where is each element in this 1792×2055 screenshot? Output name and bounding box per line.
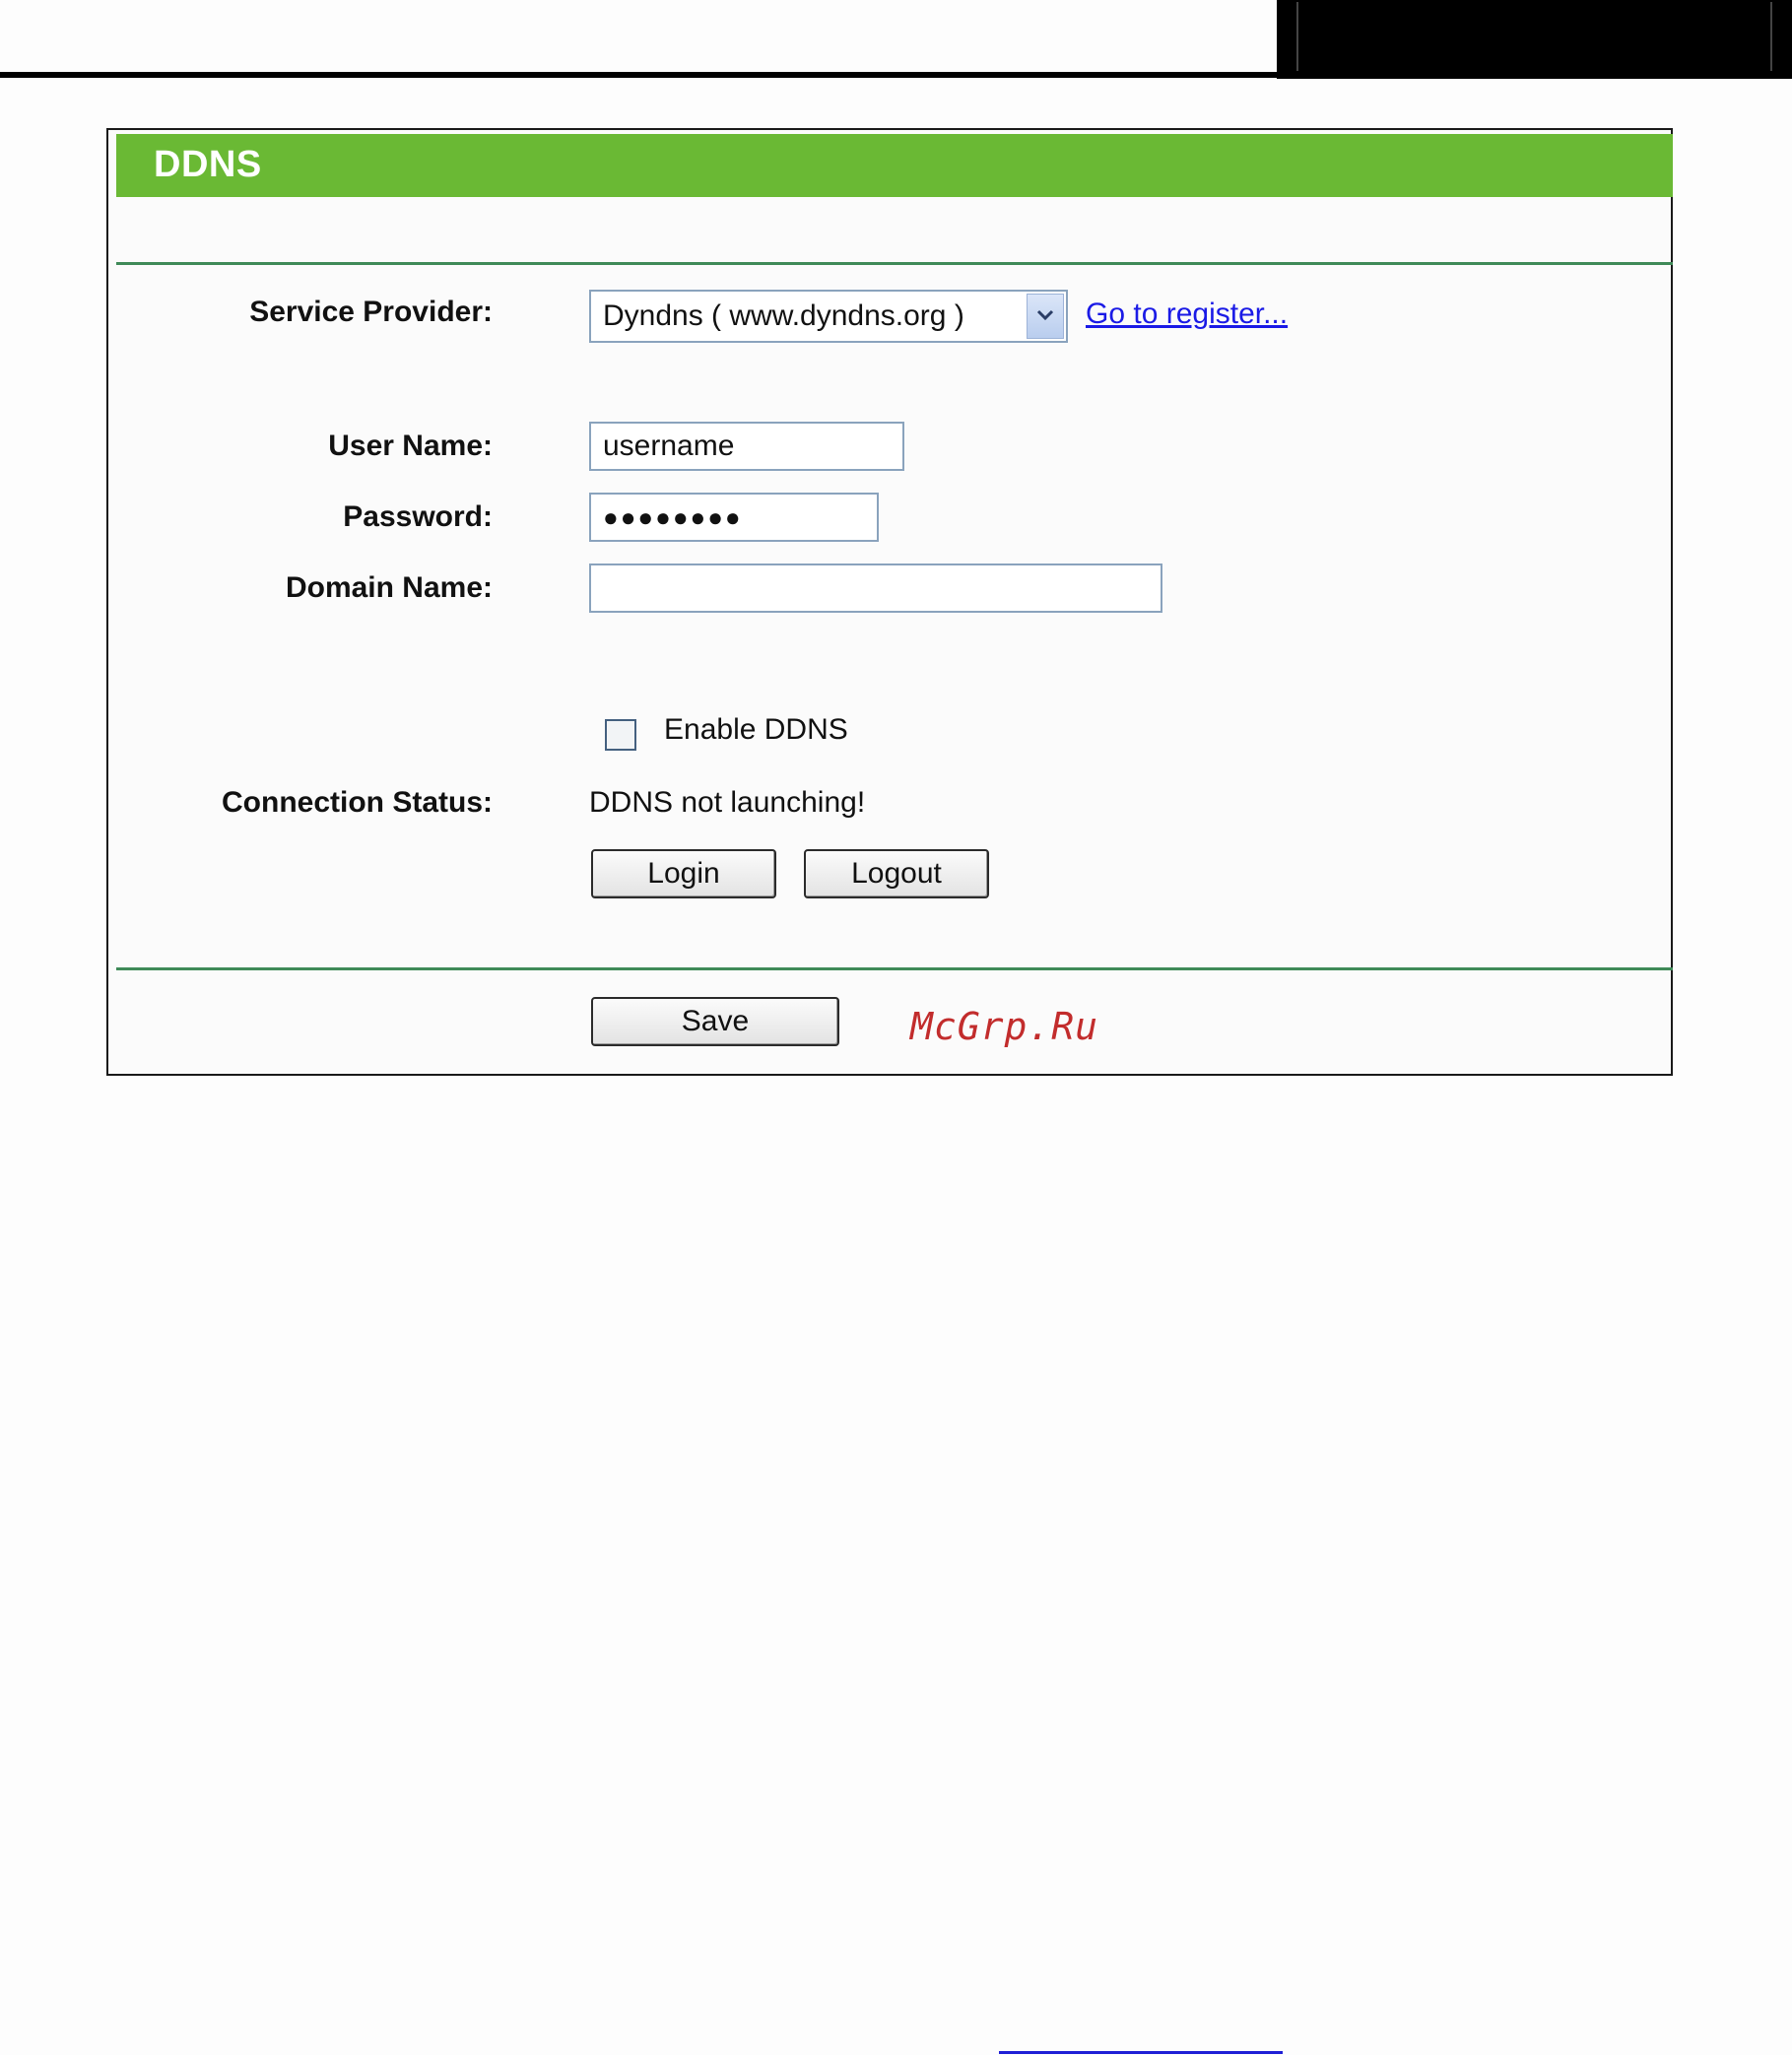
top-tick-left [1296, 2, 1298, 71]
user-name-input[interactable] [589, 422, 904, 471]
dropdown-arrow-button[interactable] [1027, 294, 1064, 339]
user-name-label: User Name: [328, 430, 493, 462]
go-to-register-link[interactable]: Go to register... [1086, 298, 1288, 331]
service-provider-label: Service Provider: [249, 296, 493, 328]
connection-status-label: Connection Status: [222, 786, 493, 819]
logout-button[interactable]: Logout [804, 849, 989, 898]
chevron-down-icon [1036, 309, 1054, 321]
enable-ddns-checkbox[interactable] [605, 719, 636, 751]
ddns-panel: DDNS Service Provider: Dyndns ( www.dynd… [106, 128, 1673, 1076]
panel-title: DDNS [154, 144, 262, 185]
password-input[interactable] [589, 493, 879, 542]
domain-name-label: Domain Name: [285, 571, 493, 604]
domain-name-input[interactable] [589, 563, 1162, 613]
connection-status-value: DDNS not launching! [589, 786, 866, 819]
top-tick-right [1770, 2, 1772, 71]
top-divider [116, 262, 1673, 265]
password-label: Password: [343, 500, 493, 533]
enable-ddns-label: Enable DDNS [664, 713, 848, 746]
top-black-box [1277, 0, 1792, 79]
service-provider-select[interactable]: Dyndns ( www.dyndns.org ) [589, 290, 1068, 343]
service-provider-value: Dyndns ( www.dyndns.org ) [603, 299, 964, 332]
watermark-text: McGrp.Ru [910, 1005, 1099, 1048]
login-button[interactable]: Login [591, 849, 776, 898]
bottom-link-underline [999, 2051, 1283, 2054]
panel-header: DDNS [116, 134, 1673, 197]
top-rule [0, 72, 1281, 78]
save-button[interactable]: Save [591, 997, 839, 1046]
bottom-divider [116, 967, 1673, 970]
